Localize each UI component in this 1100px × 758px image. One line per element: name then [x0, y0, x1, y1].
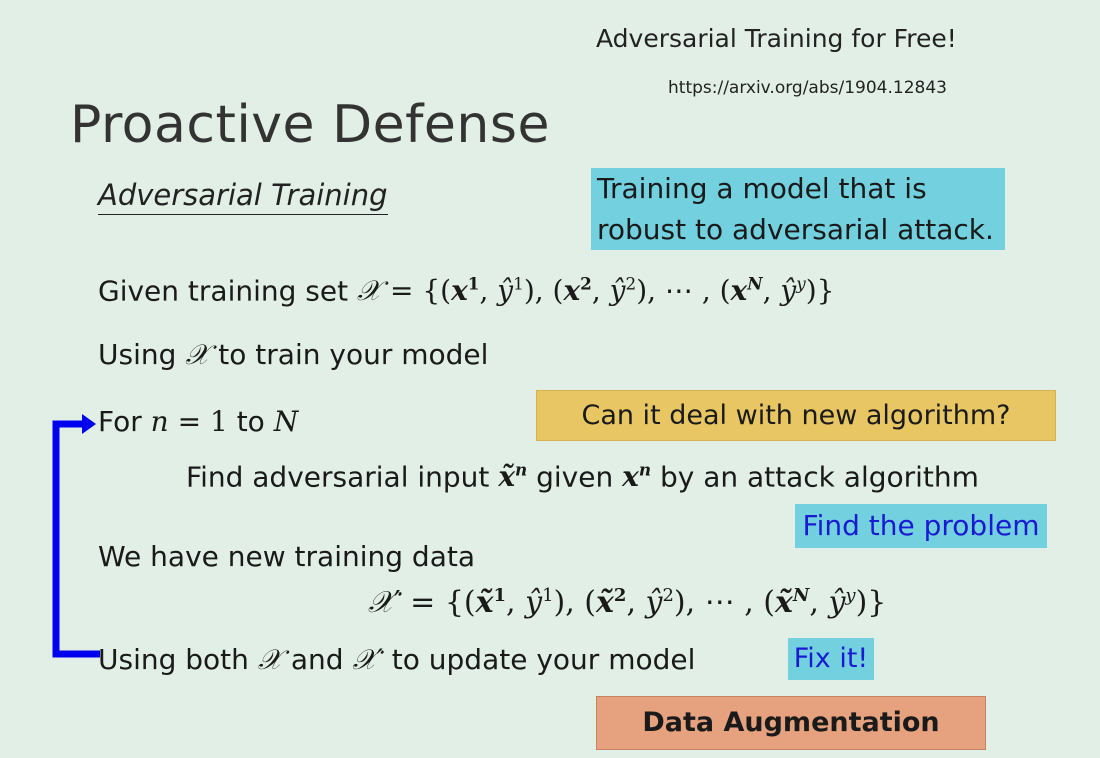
- training-set-line: Given training set 𝒳 = {(x1, ŷ1), (x2, ŷ…: [98, 274, 834, 308]
- reference-title: Adversarial Training for Free!: [596, 24, 957, 53]
- new-data-line: We have new training data: [98, 540, 475, 573]
- reference-url[interactable]: https://arxiv.org/abs/1904.12843: [668, 78, 947, 98]
- question-note: Can it deal with new algorithm?: [536, 390, 1056, 441]
- slide-title: Proactive Defense: [70, 95, 550, 155]
- robust-note: Training a model that is robust to adver…: [591, 168, 1005, 250]
- fix-it-note: Fix it!: [788, 638, 874, 680]
- find-adversarial-line: Find adversarial input x̃n given xn by a…: [186, 460, 979, 494]
- given-text: Given training set: [98, 274, 349, 308]
- set-symbol: 𝒳: [185, 338, 210, 371]
- for-loop-line: For n = 1 to N: [98, 405, 299, 438]
- slide-subtitle: Adversarial Training: [98, 178, 388, 215]
- update-model-line: Using both 𝒳 and 𝒳′ to update your model: [98, 643, 696, 676]
- training-set-formula: 𝒳 = {(x1, ŷ1), (x2, ŷ2), ⋯ , (xN, ŷy)}: [357, 274, 835, 308]
- find-problem-note: Find the problem: [795, 504, 1047, 548]
- train-model-line: Using 𝒳 to train your model: [98, 338, 489, 371]
- new-training-set-formula: 𝒳′ = {(x̃1, ŷ1), (x̃2, ŷ2), ⋯ , (x̃N, ŷy…: [368, 585, 887, 620]
- data-augmentation-note: Data Augmentation: [596, 696, 986, 750]
